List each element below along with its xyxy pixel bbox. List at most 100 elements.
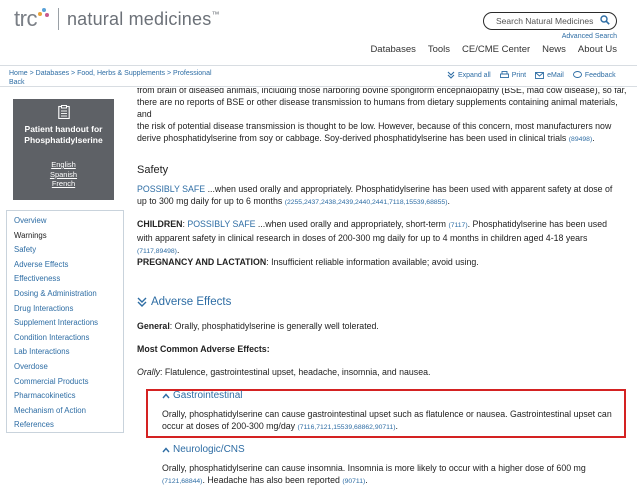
reference-link[interactable]: (7117) [448,222,467,229]
nav-ce-cme-center[interactable]: CE/CME Center [462,44,530,55]
reference-links[interactable]: (2255,2437,2438,2439,2440,2441,7118,1553… [285,199,448,206]
double-chevron-down-icon [137,297,147,307]
envelope-icon [535,71,545,79]
breadcrumb[interactable]: Home > Databases > Food, Herbs & Supplem… [9,69,219,87]
handout-spanish-link[interactable]: Spanish [13,170,114,180]
sidenav-item-warnings[interactable]: Warnings [14,229,123,244]
children-end: . [176,245,180,255]
print-label: Print [511,71,527,79]
breadcrumb-bar: Home > Databases > Food, Herbs & Supplem… [0,65,637,87]
sidenav-item-drug-interactions[interactable]: Drug Interactions [14,302,123,317]
page-tools: Expand all Print eMail Feedback [447,71,616,79]
safety-heading: Safety [137,164,169,176]
feedback-button[interactable]: Feedback [572,71,616,79]
pregnancy-label: PREGNANCY AND LACTATION [137,257,267,267]
gastrointestinal-toggle[interactable]: Gastrointestinal [162,390,242,401]
neurologic-title: Neurologic/CNS [173,444,245,455]
intro-line-4: derive phosphatidylserine from soy or ca… [137,132,627,146]
intro-line-2: there are no reports of BSE or other dis… [137,97,618,119]
children-text: ...when used orally and appropriately, s… [255,219,449,229]
adverse-effects-heading[interactable]: Adverse Effects [137,296,231,308]
nav-databases[interactable]: Databases [370,44,415,55]
possibly-safe-end: . [447,196,450,206]
email-label: eMail [547,71,564,79]
document-icon [57,105,70,120]
intro-line-3: the risk of potential disease transmissi… [137,121,612,131]
sidenav-item-commercial-products[interactable]: Commercial Products [14,375,123,390]
neurologic-toggle[interactable]: Neurologic/CNS [162,444,245,455]
intro-line-4-end: . [592,133,595,143]
reference-link[interactable]: (90711) [342,478,365,485]
sidenav-item-pharmacokinetics[interactable]: Pharmacokinetics [14,389,123,404]
sidenav-item-dosing[interactable]: Dosing & Administration [14,287,123,302]
advanced-search-link[interactable]: Advanced Search [562,33,617,40]
sidenav-item-references[interactable]: References [14,418,123,433]
printer-icon [499,71,509,78]
gi-end: . [395,421,398,431]
nav-tools[interactable]: Tools [428,44,450,55]
top-nav: Databases Tools CE/CME Center News About… [370,44,617,55]
expand-all-button[interactable]: Expand all [447,71,491,79]
section-nav: Overview Warnings Safety Adverse Effects… [6,210,124,433]
most-common-heading: Most Common Adverse Effects: [137,344,270,354]
search-box[interactable] [483,12,617,30]
intro-paragraph: from brain of diseased animals, includin… [137,88,627,146]
orally-text: : Flatulence, gastrointestinal upset, he… [159,367,431,377]
adverse-general: General: Orally, phosphatidylserine is g… [137,320,379,332]
intro-cut-line: from brain of diseased animals, includin… [137,88,627,95]
handout-french-link[interactable]: French [13,179,114,189]
possibly-safe-label: POSSIBLY SAFE [137,184,206,194]
sidenav-item-overdose[interactable]: Overdose [14,360,123,375]
adverse-orally: Orally: Flatulence, gastrointestinal ups… [137,366,430,378]
logo-trademark: ™ [211,9,220,19]
expand-all-label: Expand all [458,71,491,79]
logo-name: natural medicines [66,8,212,29]
sidenav-item-overview[interactable]: Overview [14,214,123,229]
safety-pregnancy: PREGNANCY AND LACTATION: Insufficient re… [137,256,622,268]
reference-links[interactable]: (7116,7121,15539,68862,90711) [297,424,395,431]
children-label: CHILDREN [137,219,183,229]
reference-links[interactable]: (7117,89498) [137,248,177,255]
logo-divider [57,8,59,30]
search-input[interactable] [496,16,596,26]
chevron-up-icon [162,446,170,452]
reference-links[interactable]: (7121,68844) [162,478,202,485]
gastrointestinal-title: Gastrointestinal [173,390,243,401]
orally-label: Orally [137,367,160,377]
sidenav-item-supplement-interactions[interactable]: Supplement Interactions [14,316,123,331]
intro-line-4-text: derive phosphatidylserine from soy or ca… [137,133,567,143]
pregnancy-text: : Insufficient reliable information avai… [266,257,479,267]
children-possibly-safe-label: POSSIBLY SAFE [187,219,256,229]
nav-news[interactable]: News [542,44,566,55]
general-label: General [137,321,170,331]
safety-possibly-safe: POSSIBLY SAFE ...when used orally and ap… [137,183,622,209]
sidenav-item-lab-interactions[interactable]: Lab Interactions [14,345,123,360]
adverse-effects-title: Adverse Effects [151,296,232,308]
sidenav-item-condition-interactions[interactable]: Condition Interactions [14,331,123,346]
neuro-body-2: . Headache has also been reported [202,475,343,485]
search-icon[interactable] [600,15,610,25]
handout-title: Patient handout for Phosphatidylserine [24,124,103,145]
sidenav-item-safety[interactable]: Safety [14,243,123,258]
site-header: trc natural medicines ™ Advanced Search … [0,0,637,62]
intro-cut-line-wrap: from brain of diseased animals, includin… [137,88,627,96]
handout-english-link[interactable]: English [13,160,114,170]
sidenav-item-adverse-effects[interactable]: Adverse Effects [14,258,123,273]
print-button[interactable]: Print [499,71,527,79]
feedback-label: Feedback [584,71,616,79]
neurologic-text: Orally, phosphatidylserine can cause ins… [162,462,622,488]
logo-dots-icon [37,8,50,20]
reference-link[interactable]: (89498) [569,136,592,143]
neuro-end: . [365,475,368,485]
nav-about-us[interactable]: About Us [578,44,617,55]
email-button[interactable]: eMail [535,71,564,79]
handout-languages: English Spanish French [13,160,114,189]
neuro-body: Orally, phosphatidylserine can cause ins… [162,463,586,473]
logo-trc: trc [14,6,37,31]
gastrointestinal-text: Orally, phosphatidylserine can cause gas… [162,408,622,434]
sidenav-item-mechanism[interactable]: Mechanism of Action [14,404,123,419]
sidenav-item-effectiveness[interactable]: Effectiveness [14,272,123,287]
site-logo[interactable]: trc natural medicines ™ [14,6,219,32]
general-text: : Orally, phosphatidylserine is generall… [169,321,379,331]
expand-chevrons-icon [447,71,455,79]
